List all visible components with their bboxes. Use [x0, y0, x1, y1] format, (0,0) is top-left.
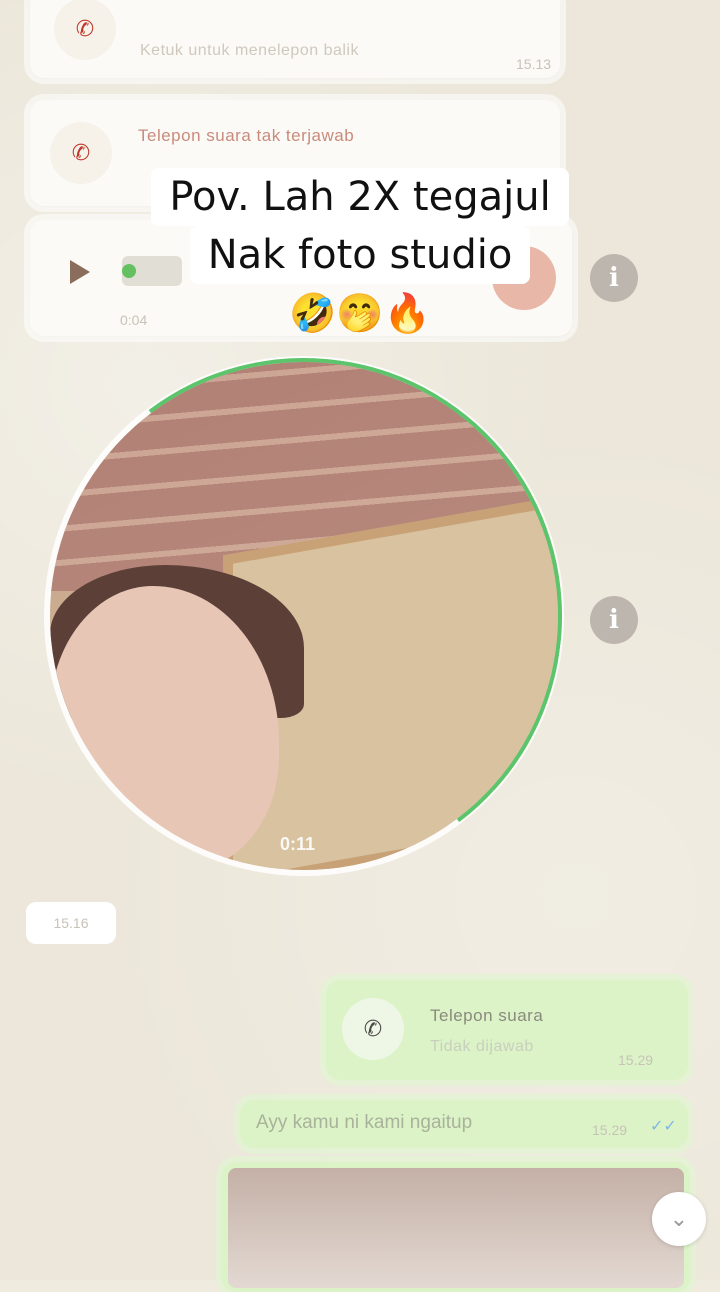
- missed-call-bubble-1[interactable]: ✆ Ketuk untuk menelepon balik 15.13: [30, 0, 560, 78]
- call-title: Telepon suara tak terjawab: [138, 126, 355, 145]
- call-subtitle: Tidak dijawab: [430, 1038, 534, 1055]
- video-duration: 0:11: [280, 834, 316, 854]
- chevron-down-icon[interactable]: ⌄: [652, 1192, 706, 1246]
- read-receipt-icon: ✓✓: [650, 1118, 677, 1135]
- message-time: 15.29: [592, 1122, 628, 1138]
- caption-emojis: 🤣🤭🔥: [289, 291, 431, 335]
- caption-line-1: Pov. Lah 2X tegajul: [151, 168, 569, 226]
- message-time-pill: 15.16: [26, 902, 116, 944]
- outgoing-call-bubble[interactable]: ✆ Telepon suara Tidak dijawab 15.29: [326, 980, 688, 1080]
- caption-line-2: Nak foto studio: [189, 226, 531, 284]
- missed-call-icon: ✆: [54, 0, 116, 60]
- call-title: Telepon suara: [430, 1006, 544, 1025]
- message-text: Ayy kamu ni kami ngaitup: [256, 1112, 473, 1133]
- outgoing-text-bubble[interactable]: Ayy kamu ni kami ngaitup 15.29 ✓✓: [240, 1100, 688, 1148]
- info-icon[interactable]: i: [590, 596, 638, 644]
- call-time: 15.29: [618, 1052, 654, 1068]
- video-caption: Pov. Lah 2X tegajul Nak foto studio 🤣🤭🔥: [0, 168, 720, 342]
- call-time: 15.13: [516, 56, 552, 72]
- call-subtitle: Ketuk untuk menelepon balik: [140, 42, 359, 59]
- image-preview[interactable]: [228, 1168, 684, 1288]
- outgoing-call-icon: ✆: [342, 998, 404, 1060]
